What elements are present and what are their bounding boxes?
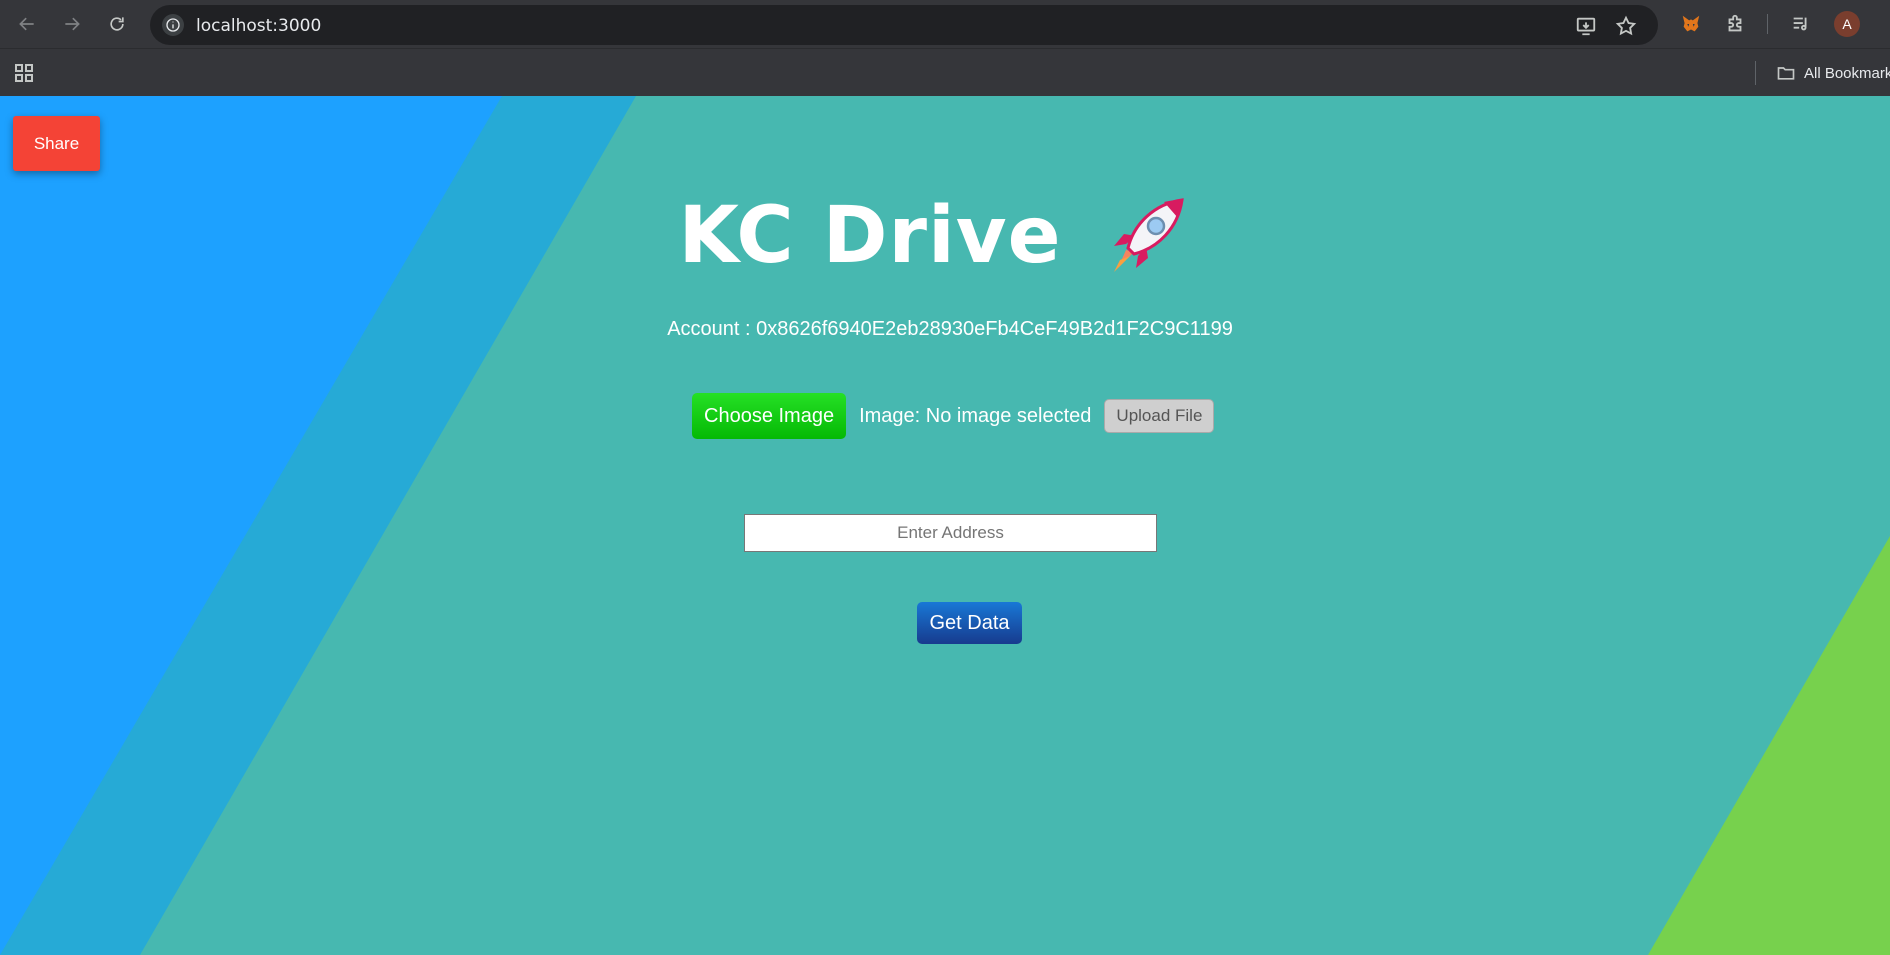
rocket-icon (1113, 198, 1184, 272)
choose-image-button[interactable]: Choose Image (692, 393, 847, 439)
folder-icon (1777, 67, 1795, 80)
star-icon[interactable] (1614, 14, 1638, 38)
share-button[interactable]: Share (13, 116, 100, 171)
bookmarks-bar: All Bookmarks (0, 48, 1890, 96)
page-title: KC Drive (0, 191, 1890, 281)
back-arrow-icon[interactable] (12, 9, 42, 39)
address-bar[interactable]: localhost:3000 (150, 5, 1658, 45)
upload-form: Choose Image Image: No image selected Up… (692, 393, 1215, 439)
page-title-text: KC Drive (678, 191, 1062, 281)
all-bookmarks-label: All Bookmarks (1804, 64, 1890, 82)
metamask-fox-icon[interactable] (1678, 11, 1704, 37)
install-app-icon[interactable] (1574, 14, 1598, 38)
site-info-icon[interactable] (162, 14, 184, 36)
toolbar-divider (1767, 14, 1768, 34)
image-status-text: Image: No image selected (859, 404, 1092, 427)
get-data-button[interactable]: Get Data (917, 602, 1022, 644)
browser-toolbar: localhost:3000 A (0, 0, 1890, 48)
page-viewport: Share KC Drive Account : 0x8626f6940E2eb… (0, 96, 1890, 955)
bookmarks-divider (1755, 61, 1756, 85)
forward-arrow-icon[interactable] (57, 9, 87, 39)
reload-icon[interactable] (102, 9, 132, 39)
extensions-icon[interactable] (1722, 11, 1748, 37)
account-label: Account : (667, 318, 751, 340)
upload-file-button[interactable]: Upload File (1104, 399, 1215, 433)
url-text: localhost:3000 (196, 16, 322, 36)
media-queue-icon[interactable] (1788, 11, 1814, 37)
account-line: Account : 0x8626f6940E2eb28930eFb4CeF49B… (0, 318, 1890, 341)
account-address: 0x8626f6940E2eb28930eFb4CeF49B2d1F2C9C11… (756, 318, 1233, 340)
apps-grid-icon[interactable] (13, 62, 35, 84)
profile-avatar[interactable]: A (1834, 11, 1860, 37)
address-input[interactable] (744, 514, 1157, 552)
all-bookmarks-button[interactable]: All Bookmarks (1776, 61, 1890, 85)
